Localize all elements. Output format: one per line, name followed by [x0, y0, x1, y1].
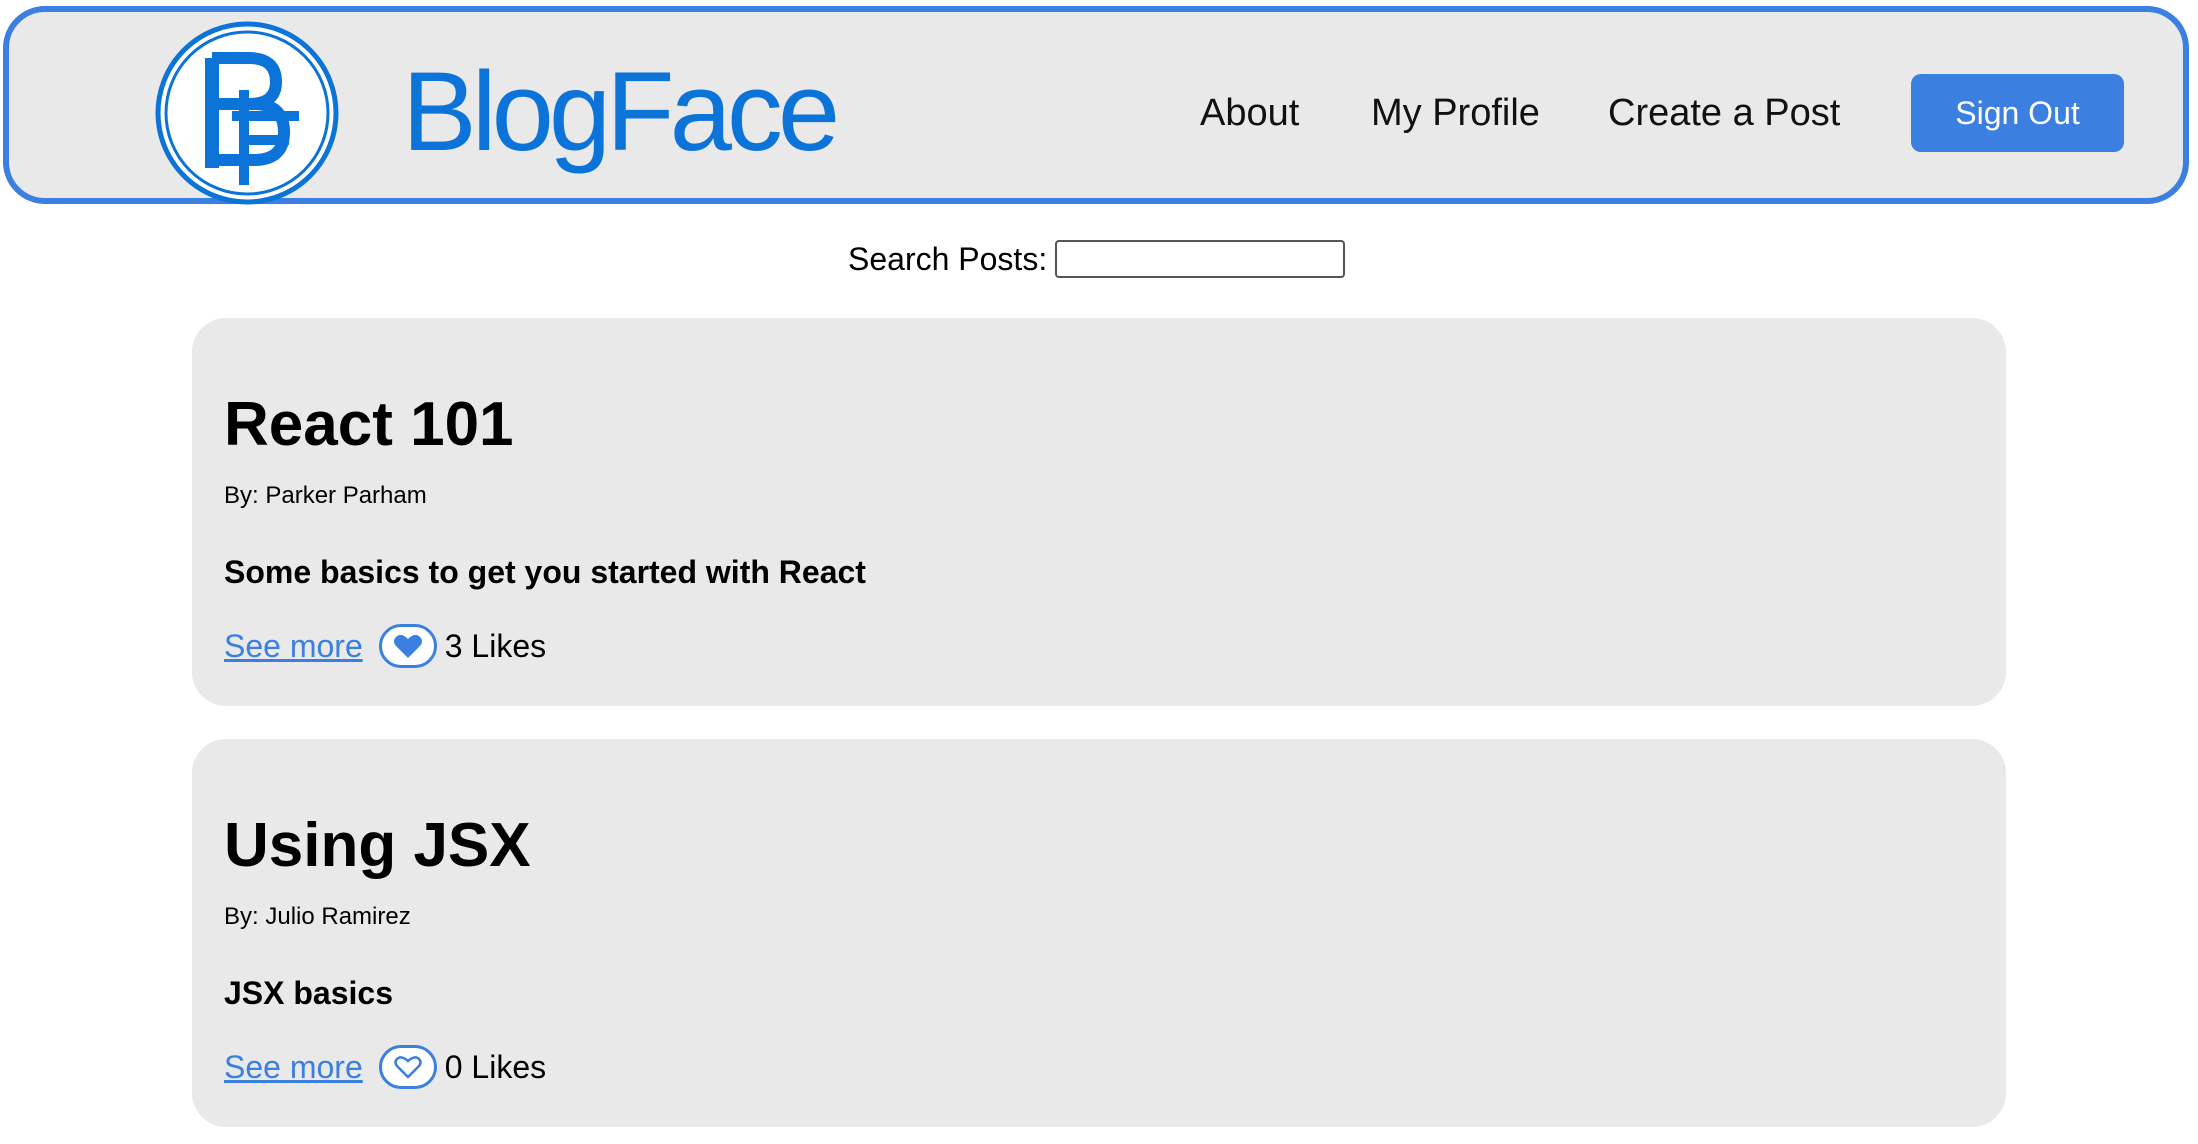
post-actions: See more 0 Likes — [224, 1045, 546, 1089]
search-bar: Search Posts: — [848, 240, 1346, 278]
post-description: Some basics to get you started with Reac… — [224, 554, 866, 590]
like-button[interactable] — [378, 1045, 437, 1089]
search-input[interactable] — [1055, 240, 1346, 278]
heart-filled-icon — [393, 634, 422, 658]
navbar: BlogFace About My Profile Create a Post … — [3, 6, 2189, 206]
post-author: By: Parker Parham — [224, 482, 427, 509]
post-description: JSX basics — [224, 975, 393, 1011]
like-button[interactable] — [378, 624, 437, 668]
sign-out-button[interactable]: Sign Out — [1911, 74, 2124, 152]
search-label: Search Posts: — [848, 240, 1048, 277]
like-count: 0 Likes — [444, 1048, 547, 1085]
nav-my-profile[interactable]: My Profile — [1371, 94, 1540, 132]
nav-create-post[interactable]: Create a Post — [1608, 94, 1840, 132]
nav-about[interactable]: About — [1200, 94, 1299, 132]
post-actions: See more 3 Likes — [224, 624, 546, 668]
brand-name[interactable]: BlogFace — [402, 56, 840, 168]
post-author: By: Julio Ramirez — [224, 903, 411, 930]
post-card: React 101 By: Parker Parham Some basics … — [192, 318, 2006, 706]
post-title: Using JSX — [224, 811, 531, 880]
post-card: Using JSX By: Julio Ramirez JSX basics S… — [192, 739, 2006, 1127]
see-more-link[interactable]: See more — [224, 628, 363, 665]
heart-outline-icon — [393, 1056, 422, 1079]
bf-logo-icon[interactable] — [154, 20, 340, 206]
see-more-link[interactable]: See more — [224, 1049, 363, 1086]
post-title: React 101 — [224, 390, 514, 459]
like-count: 3 Likes — [444, 627, 547, 664]
